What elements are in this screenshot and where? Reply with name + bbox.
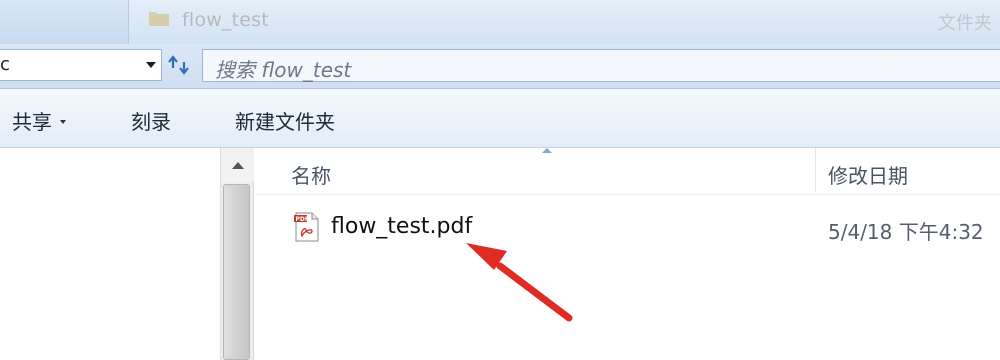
refresh-button[interactable] <box>164 49 194 81</box>
window-title: flow_test <box>182 9 269 31</box>
arrow-up-icon <box>231 161 244 169</box>
pdf-file-icon: PDF <box>294 212 319 242</box>
column-header-name[interactable]: 名称 <box>291 160 331 189</box>
address-field[interactable]: c <box>0 49 162 81</box>
burn-label: 刻录 <box>131 110 171 134</box>
column-divider[interactable] <box>815 148 816 192</box>
file-name[interactable]: flow_test.pdf <box>331 214 472 239</box>
address-dropdown-button[interactable] <box>140 49 162 81</box>
file-list-pane: 名称 修改日期 PDF flow_test.pdf 5/4/18 下午4:32 <box>255 148 1000 360</box>
search-placeholder: 搜索 flow_test <box>215 58 352 82</box>
search-input[interactable]: 搜索 flow_test <box>202 49 1000 82</box>
share-label: 共享 <box>12 110 52 134</box>
window-folder-type: 文件夹 <box>938 13 992 34</box>
address-path-text: c <box>0 54 10 75</box>
file-modified-date: 5/4/18 下午4:32 <box>828 220 984 244</box>
nav-scrollbar[interactable] <box>220 148 254 360</box>
new-folder-button[interactable]: 新建文件夹 <box>235 106 335 135</box>
explorer-window: flow_test 文件夹 c 搜索 flow_test 共享 刻录 新建文件夹… <box>0 0 1000 360</box>
navigation-pane[interactable] <box>0 148 220 360</box>
file-row[interactable]: PDF flow_test.pdf 5/4/18 下午4:32 <box>283 206 1000 246</box>
share-button[interactable]: 共享 <box>12 106 66 135</box>
folder-icon <box>149 12 169 26</box>
svg-text:PDF: PDF <box>296 216 309 223</box>
new-folder-label: 新建文件夹 <box>235 110 335 134</box>
address-bar-row: c 搜索 flow_test <box>0 44 1000 89</box>
column-header-date[interactable]: 修改日期 <box>828 160 908 189</box>
column-header-row: 名称 修改日期 <box>255 148 1000 195</box>
burn-button[interactable]: 刻录 <box>131 106 171 135</box>
scroll-thumb[interactable] <box>223 184 250 360</box>
sort-ascending-icon <box>542 148 552 153</box>
chevron-down-icon <box>60 119 66 124</box>
refresh-icon <box>168 55 189 75</box>
scroll-up-button[interactable] <box>221 148 254 182</box>
command-toolbar: 共享 刻录 新建文件夹 <box>0 89 1000 148</box>
title-bar: flow_test 文件夹 <box>0 0 1000 45</box>
chevron-down-icon <box>146 62 156 68</box>
